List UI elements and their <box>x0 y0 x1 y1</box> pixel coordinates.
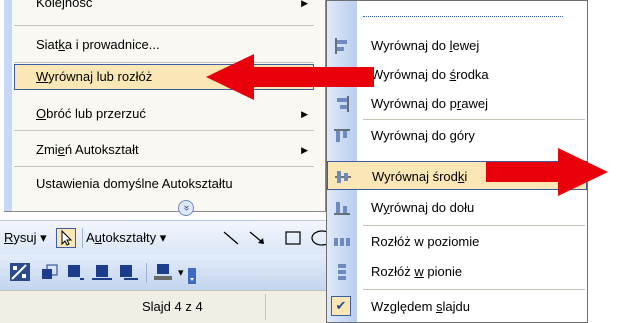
menu-item-label: Względem slajdu <box>371 292 470 321</box>
menu-separator <box>14 25 314 26</box>
label-accelerator: w <box>414 264 424 279</box>
align-bottom-icon <box>334 202 350 215</box>
status-divider <box>265 294 266 320</box>
rectangle-tool-icon[interactable] <box>284 228 302 248</box>
drawing-toolbar: Rysuj ▾ Autokształty ▾ <box>0 220 326 254</box>
menu-separator <box>14 130 314 131</box>
label-part: tokształty <box>101 230 157 245</box>
label-part: ysuj <box>13 230 37 245</box>
label-part: i <box>464 169 468 184</box>
cursor-arrow-icon <box>61 229 73 246</box>
menu-item-label: Wyrównaj środki <box>372 162 467 191</box>
menu-item-label: Wyrównaj do góry <box>371 121 475 150</box>
label-part: yrównaj lub rozłóż <box>48 69 153 84</box>
chevron-glyph: » <box>181 205 192 211</box>
tear-off-handle[interactable] <box>363 10 563 17</box>
menu-item-distribute-horizontal[interactable]: Rozłóż w poziomie <box>327 227 587 256</box>
label-part: W <box>371 200 384 215</box>
bring-forward-icon[interactable] <box>40 263 60 281</box>
menu-separator <box>363 225 585 226</box>
label-part: pionie <box>423 264 463 279</box>
label-part: Zmi <box>36 142 58 157</box>
label-part: równaj do dołu <box>389 200 475 215</box>
label-accelerator: g <box>449 128 457 143</box>
status-bar: Slajd 4 z 4 <box>0 290 326 323</box>
dropdown-icon: ▾ <box>159 230 167 245</box>
submenu-arrow-icon: ▶ <box>301 0 308 8</box>
ungroup-objects-icon[interactable] <box>118 263 138 281</box>
label-accelerator: W <box>36 69 49 84</box>
label-part: óry <box>456 128 475 143</box>
menu-item-label: Wyrównaj do prawej <box>371 89 488 118</box>
dropdown-icon[interactable]: ▾ <box>178 263 184 283</box>
label-part: Wyrównaj środ <box>372 169 458 184</box>
menu-item-rotate-flip[interactable]: Obróć lub przerzuć ▶ <box>14 101 314 127</box>
align-middle-icon <box>335 171 351 183</box>
label-part: awej <box>461 96 488 111</box>
label-accelerator: u <box>94 230 102 245</box>
label-part: ń Autokształt <box>64 142 139 157</box>
label-part: lajdu <box>442 299 470 314</box>
menu-item-autoshape-defaults[interactable]: Ustawienia domyślne Autokształtu <box>14 171 314 197</box>
label-part: rodka <box>456 67 489 82</box>
label-part: Siat <box>36 37 59 52</box>
label-part: Wyrównaj do p <box>371 96 457 111</box>
label-accelerator: e <box>57 142 65 157</box>
expand-menu-chevron-icon[interactable]: » <box>178 200 194 216</box>
menu-item-label: Kolejność <box>36 0 93 10</box>
select-objects-button[interactable] <box>56 228 76 248</box>
toolbar-separator <box>146 263 147 283</box>
toolbar-options-icon[interactable] <box>188 268 196 284</box>
annotation-arrow-left <box>206 54 374 100</box>
annotation-arrow-right <box>486 148 608 196</box>
group-objects-icon[interactable] <box>92 263 112 281</box>
menu-separator <box>363 289 585 290</box>
distribute-horizontal-icon <box>334 238 350 246</box>
line-tool-icon[interactable] <box>222 228 240 248</box>
align-top-icon <box>334 129 350 142</box>
percent-shape-icon[interactable] <box>10 263 30 281</box>
toolbar-separator <box>82 228 83 248</box>
label-part: Rozłóż w poziomie <box>371 234 480 249</box>
submenu-arrow-icon: ▶ <box>301 109 308 119</box>
label-part: Wyrównaj do <box>371 67 450 82</box>
label-part: bróć lub przerzuć <box>46 106 146 121</box>
label-part: Rozłóż <box>371 264 415 279</box>
menu-item-relative-to-slide[interactable]: ✔ Względem slajdu <box>327 292 587 321</box>
menu-item-label: Rozłóż w poziomie <box>371 227 479 256</box>
menu-item-label: Wyrównaj do środka <box>371 60 489 89</box>
autoshapes-menu-button[interactable]: Autokształty ▾ <box>86 228 166 248</box>
format-context-menu: Kolejność ▶ Siatka i prowadnice... Wyrów… <box>4 0 326 216</box>
slide-counter: Slajd 4 z 4 <box>142 299 203 314</box>
format-toolbar: ▾ <box>0 254 326 290</box>
menu-item-label: Rozłóż w pionie <box>371 257 462 286</box>
dropdown-icon: ▾ <box>40 230 47 245</box>
label-accelerator: R <box>4 230 14 245</box>
fill-color-icon[interactable] <box>154 263 174 281</box>
menu-item-distribute-vertical[interactable]: Rozłóż w pionie <box>327 257 587 286</box>
label-part: ewej <box>452 38 480 53</box>
menu-item-order[interactable]: Kolejność ▶ <box>14 0 314 16</box>
menu-item-label: Wyrównaj do lewej <box>371 31 479 60</box>
draw-menu-button[interactable]: Rysuj ▾ <box>4 228 47 248</box>
menu-separator <box>363 119 585 120</box>
arrow-tool-icon[interactable] <box>248 228 266 248</box>
label-accelerator: O <box>36 106 47 121</box>
label-part: A <box>86 230 95 245</box>
menu-item-change-autoshape[interactable]: Zmień Autokształt ▶ <box>14 137 314 163</box>
label-part: Względem <box>371 299 437 314</box>
menu-separator <box>14 166 314 167</box>
label-part: Wyrównaj do <box>371 128 450 143</box>
submenu-arrow-icon: ▶ <box>301 145 308 155</box>
menu-item-label: Wyrównaj do dołu <box>371 193 474 222</box>
label-part: Ustawienia domyślne Autokształtu <box>36 176 233 191</box>
distribute-vertical-icon <box>338 264 346 280</box>
label-part: a i prowadnice... <box>64 37 160 52</box>
checkmark-icon: ✔ <box>331 296 351 316</box>
label-part: Wyrównaj do <box>371 38 450 53</box>
oval-tool-icon[interactable] <box>310 228 326 248</box>
send-backward-icon[interactable] <box>66 263 86 281</box>
